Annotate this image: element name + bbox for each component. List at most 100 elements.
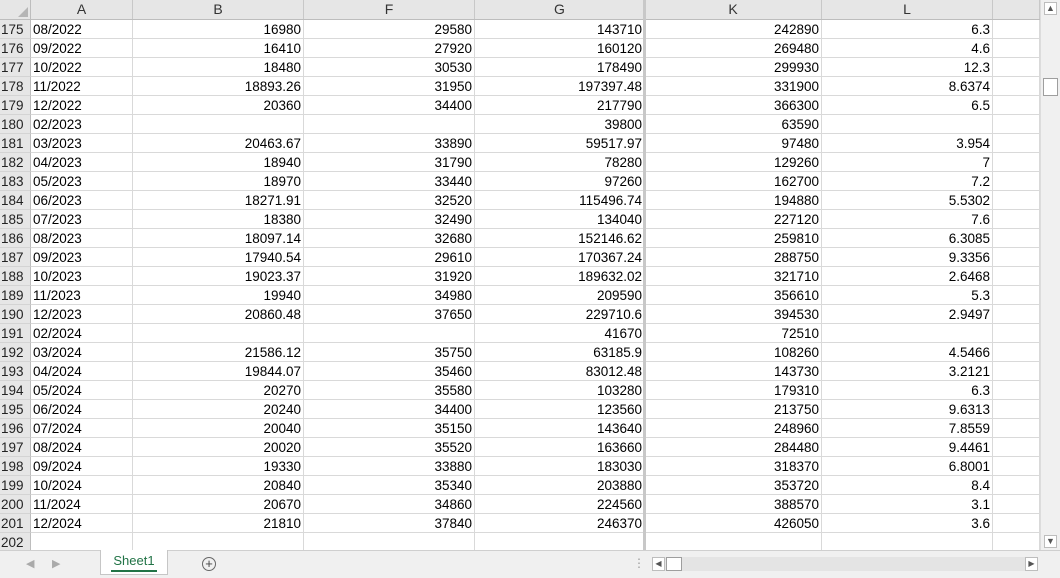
cell-f[interactable]: 34980 <box>304 286 475 305</box>
vertical-scroll-thumb[interactable] <box>1043 78 1058 96</box>
cell-g[interactable]: 209590 <box>475 286 645 305</box>
cell-g[interactable]: 115496.74 <box>475 191 645 210</box>
cell-b[interactable]: 20270 <box>133 381 304 400</box>
cell-l[interactable] <box>822 324 993 343</box>
cell-l[interactable]: 6.8001 <box>822 457 993 476</box>
cell-k[interactable]: 426050 <box>645 514 822 533</box>
cell-a[interactable]: 05/2023 <box>31 172 133 191</box>
cell-b[interactable]: 21810 <box>133 514 304 533</box>
cell-b[interactable]: 20670 <box>133 495 304 514</box>
cell-g[interactable]: 143710 <box>475 20 645 39</box>
cell-l[interactable] <box>822 115 993 134</box>
cell-l[interactable]: 3.2121 <box>822 362 993 381</box>
cell-l[interactable] <box>822 533 993 550</box>
cell-b[interactable]: 18380 <box>133 210 304 229</box>
row-header[interactable]: 187 <box>0 248 31 267</box>
cell-b[interactable]: 20360 <box>133 96 304 115</box>
cell-next[interactable] <box>993 210 1040 229</box>
cell-g[interactable]: 217790 <box>475 96 645 115</box>
cell-l[interactable]: 4.5466 <box>822 343 993 362</box>
row-header[interactable]: 182 <box>0 153 31 172</box>
cell-g[interactable]: 178490 <box>475 58 645 77</box>
cell-f[interactable]: 32680 <box>304 229 475 248</box>
cell-a[interactable]: 02/2024 <box>31 324 133 343</box>
cell-k[interactable]: 213750 <box>645 400 822 419</box>
cell-l[interactable]: 2.9497 <box>822 305 993 324</box>
cell-k[interactable]: 129260 <box>645 153 822 172</box>
cell-b[interactable]: 19940 <box>133 286 304 305</box>
cell-l[interactable]: 4.6 <box>822 39 993 58</box>
cell-f[interactable]: 35340 <box>304 476 475 495</box>
cell-l[interactable]: 9.6313 <box>822 400 993 419</box>
cell-g[interactable]: 103280 <box>475 381 645 400</box>
cell-k[interactable]: 288750 <box>645 248 822 267</box>
cell-g[interactable]: 189632.02 <box>475 267 645 286</box>
cell-k[interactable]: 179310 <box>645 381 822 400</box>
row-header[interactable]: 178 <box>0 77 31 96</box>
cell-f[interactable] <box>304 115 475 134</box>
cell-next[interactable] <box>993 115 1040 134</box>
row-header[interactable]: 194 <box>0 381 31 400</box>
cell-l[interactable]: 7 <box>822 153 993 172</box>
row-header[interactable]: 185 <box>0 210 31 229</box>
column-header-a[interactable]: A <box>31 0 133 19</box>
cell-b[interactable]: 18271.91 <box>133 191 304 210</box>
cell-next[interactable] <box>993 324 1040 343</box>
cell-l[interactable]: 7.6 <box>822 210 993 229</box>
cell-l[interactable]: 9.3356 <box>822 248 993 267</box>
cell-a[interactable]: 10/2023 <box>31 267 133 286</box>
cell-next[interactable] <box>993 39 1040 58</box>
cell-a[interactable]: 03/2024 <box>31 343 133 362</box>
row-header[interactable]: 189 <box>0 286 31 305</box>
cell-f[interactable]: 35580 <box>304 381 475 400</box>
cell-b[interactable]: 20840 <box>133 476 304 495</box>
cell-f[interactable]: 27920 <box>304 39 475 58</box>
row-header[interactable]: 198 <box>0 457 31 476</box>
cell-f[interactable]: 34400 <box>304 400 475 419</box>
cell-b[interactable]: 18970 <box>133 172 304 191</box>
cell-a[interactable]: 12/2024 <box>31 514 133 533</box>
spreadsheet-grid[interactable]: A B F G K L 175 08/2022 16980 29580 143710 24… <box>0 0 1040 550</box>
row-header[interactable]: 188 <box>0 267 31 286</box>
cell-f[interactable]: 33440 <box>304 172 475 191</box>
prev-sheet-icon[interactable]: ◀ <box>26 557 34 570</box>
cell-a[interactable]: 09/2024 <box>31 457 133 476</box>
cell-a[interactable]: 06/2023 <box>31 191 133 210</box>
cell-f[interactable]: 34400 <box>304 96 475 115</box>
row-header[interactable]: 195 <box>0 400 31 419</box>
cell-l[interactable]: 6.5 <box>822 96 993 115</box>
cell-a[interactable]: 12/2022 <box>31 96 133 115</box>
column-header-next[interactable] <box>993 0 1040 19</box>
cell-k[interactable]: 331900 <box>645 77 822 96</box>
cell-l[interactable]: 2.6468 <box>822 267 993 286</box>
cell-k[interactable]: 72510 <box>645 324 822 343</box>
row-header[interactable]: 190 <box>0 305 31 324</box>
cell-g[interactable]: 160120 <box>475 39 645 58</box>
cell-g[interactable]: 41670 <box>475 324 645 343</box>
cell-l[interactable]: 5.3 <box>822 286 993 305</box>
cell-b[interactable]: 18097.14 <box>133 229 304 248</box>
cell-next[interactable] <box>993 495 1040 514</box>
cell-l[interactable]: 8.4 <box>822 476 993 495</box>
cell-b[interactable]: 20240 <box>133 400 304 419</box>
cell-a[interactable]: 09/2023 <box>31 248 133 267</box>
scroll-down-arrow-icon[interactable]: ▼ <box>1044 535 1057 548</box>
cell-f[interactable]: 35150 <box>304 419 475 438</box>
cell-k[interactable]: 353720 <box>645 476 822 495</box>
cell-a[interactable]: 07/2023 <box>31 210 133 229</box>
cell-f[interactable]: 35520 <box>304 438 475 457</box>
cell-b[interactable]: 16410 <box>133 39 304 58</box>
select-all-corner[interactable] <box>0 0 31 19</box>
cell-l[interactable]: 7.2 <box>822 172 993 191</box>
cell-l[interactable]: 5.5302 <box>822 191 993 210</box>
cell-a[interactable]: 04/2024 <box>31 362 133 381</box>
cell-g[interactable]: 183030 <box>475 457 645 476</box>
cell-a[interactable]: 08/2023 <box>31 229 133 248</box>
cell-g[interactable] <box>475 533 645 550</box>
cell-l[interactable]: 3.6 <box>822 514 993 533</box>
cell-next[interactable] <box>993 20 1040 39</box>
cell-a[interactable]: 04/2023 <box>31 153 133 172</box>
cell-l[interactable]: 6.3085 <box>822 229 993 248</box>
row-header[interactable]: 201 <box>0 514 31 533</box>
cell-g[interactable]: 78280 <box>475 153 645 172</box>
